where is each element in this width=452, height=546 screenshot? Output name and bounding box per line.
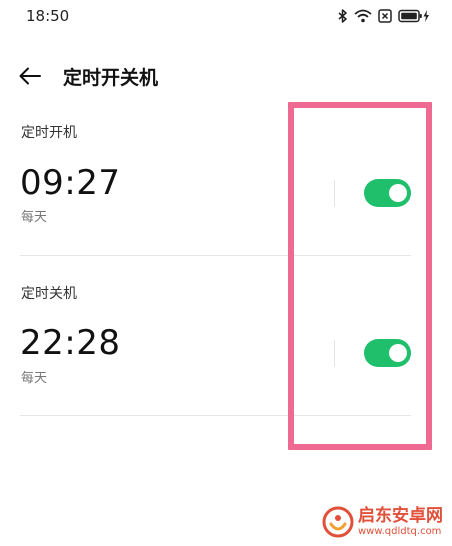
sim-icon [378, 9, 392, 23]
section-label: 定时关机 [21, 286, 77, 302]
watermark-url: www.qdldtq.com [358, 525, 442, 537]
screen: 18:50 定时开关机 定时开机 09:27 每天 定时关机 22:28 每天 … [0, 0, 452, 546]
bluetooth-icon [338, 9, 348, 23]
section-label: 定时开机 [21, 125, 77, 141]
back-button[interactable] [14, 60, 46, 92]
wifi-icon [354, 9, 372, 23]
time-value[interactable]: 22:28 [20, 323, 120, 363]
highlight-box [288, 102, 432, 450]
watermark-title: 启东安卓网 [358, 505, 443, 526]
header: 定时开关机 [0, 56, 452, 96]
battery-charging-icon [398, 9, 430, 23]
time-value[interactable]: 09:27 [20, 163, 120, 203]
arrow-left-icon [19, 67, 41, 85]
watermark-logo-icon [322, 506, 354, 538]
repeat-label: 每天 [21, 210, 48, 225]
page-title: 定时开关机 [63, 67, 159, 89]
watermark: 启东安卓网 www.qdldtq.com [322, 506, 443, 538]
repeat-label: 每天 [21, 371, 48, 386]
status-time: 18:50 [26, 7, 70, 25]
status-icons [338, 9, 430, 23]
watermark-text: 启东安卓网 www.qdldtq.com [358, 505, 443, 537]
status-bar: 18:50 [0, 0, 452, 34]
